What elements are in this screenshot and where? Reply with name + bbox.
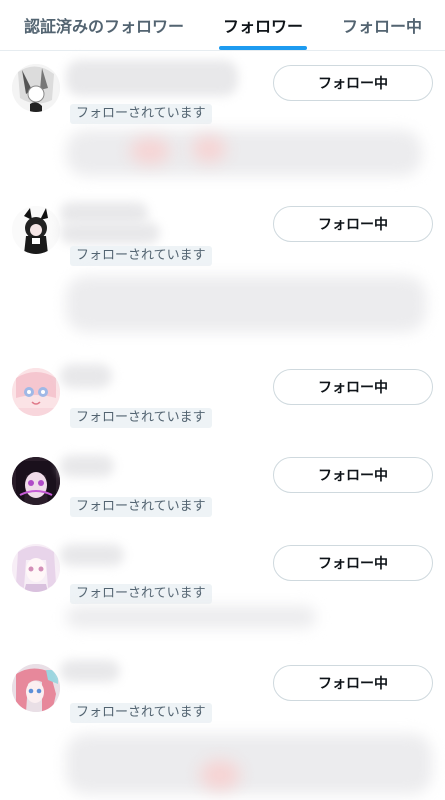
list-item[interactable]: フォローされています フォロー中 — [0, 196, 445, 346]
follows-you-badge: フォローされています — [70, 703, 212, 723]
list-item[interactable]: フォローされています フォロー中 — [0, 652, 445, 800]
redaction-smudge — [192, 136, 226, 162]
user-name-redacted — [60, 455, 114, 477]
tab-verified-followers[interactable]: 認証済みのフォロワー — [24, 13, 184, 37]
follows-you-badge: フォローされています — [70, 408, 212, 428]
avatar[interactable] — [12, 457, 60, 505]
following-button[interactable]: フォロー中 — [273, 457, 433, 493]
list-item[interactable]: フォローされています フォロー中 — [0, 356, 445, 440]
tab-followers[interactable]: フォロワー — [223, 13, 303, 37]
redaction-smudge — [200, 760, 240, 790]
bio-redacted — [66, 276, 426, 332]
avatar[interactable] — [12, 64, 60, 112]
redaction-smudge — [130, 138, 170, 164]
follows-you-badge: フォローされています — [70, 497, 212, 517]
user-handle-redacted — [60, 222, 160, 244]
user-name-redacted — [66, 60, 238, 96]
user-name-redacted — [60, 364, 112, 388]
following-button[interactable]: フォロー中 — [273, 665, 433, 701]
avatar[interactable] — [12, 206, 60, 254]
tab-bar: 認証済みのフォロワー フォロワー フォロー中 — [0, 0, 445, 51]
follows-you-badge: フォローされています — [70, 104, 212, 124]
following-button[interactable]: フォロー中 — [273, 369, 433, 405]
user-name-redacted — [60, 202, 148, 224]
list-item[interactable]: フォローされています フォロー中 — [0, 534, 445, 644]
avatar[interactable] — [12, 544, 60, 592]
active-tab-indicator — [219, 46, 307, 50]
user-name-redacted — [60, 660, 120, 682]
bio-redacted — [66, 734, 432, 794]
following-button[interactable]: フォロー中 — [273, 545, 433, 581]
bio-redacted — [66, 606, 316, 628]
avatar[interactable] — [12, 664, 60, 712]
following-button[interactable]: フォロー中 — [273, 206, 433, 242]
following-button[interactable]: フォロー中 — [273, 65, 433, 101]
follows-you-badge: フォローされています — [70, 584, 212, 604]
follows-you-badge: フォローされています — [70, 246, 212, 266]
user-name-redacted — [60, 544, 124, 566]
list-item[interactable]: フォローされています フォロー中 — [0, 56, 445, 196]
bio-redacted — [66, 130, 422, 176]
avatar[interactable] — [12, 368, 60, 416]
list-item[interactable]: フォローされています フォロー中 — [0, 445, 445, 530]
tab-following[interactable]: フォロー中 — [342, 13, 422, 37]
